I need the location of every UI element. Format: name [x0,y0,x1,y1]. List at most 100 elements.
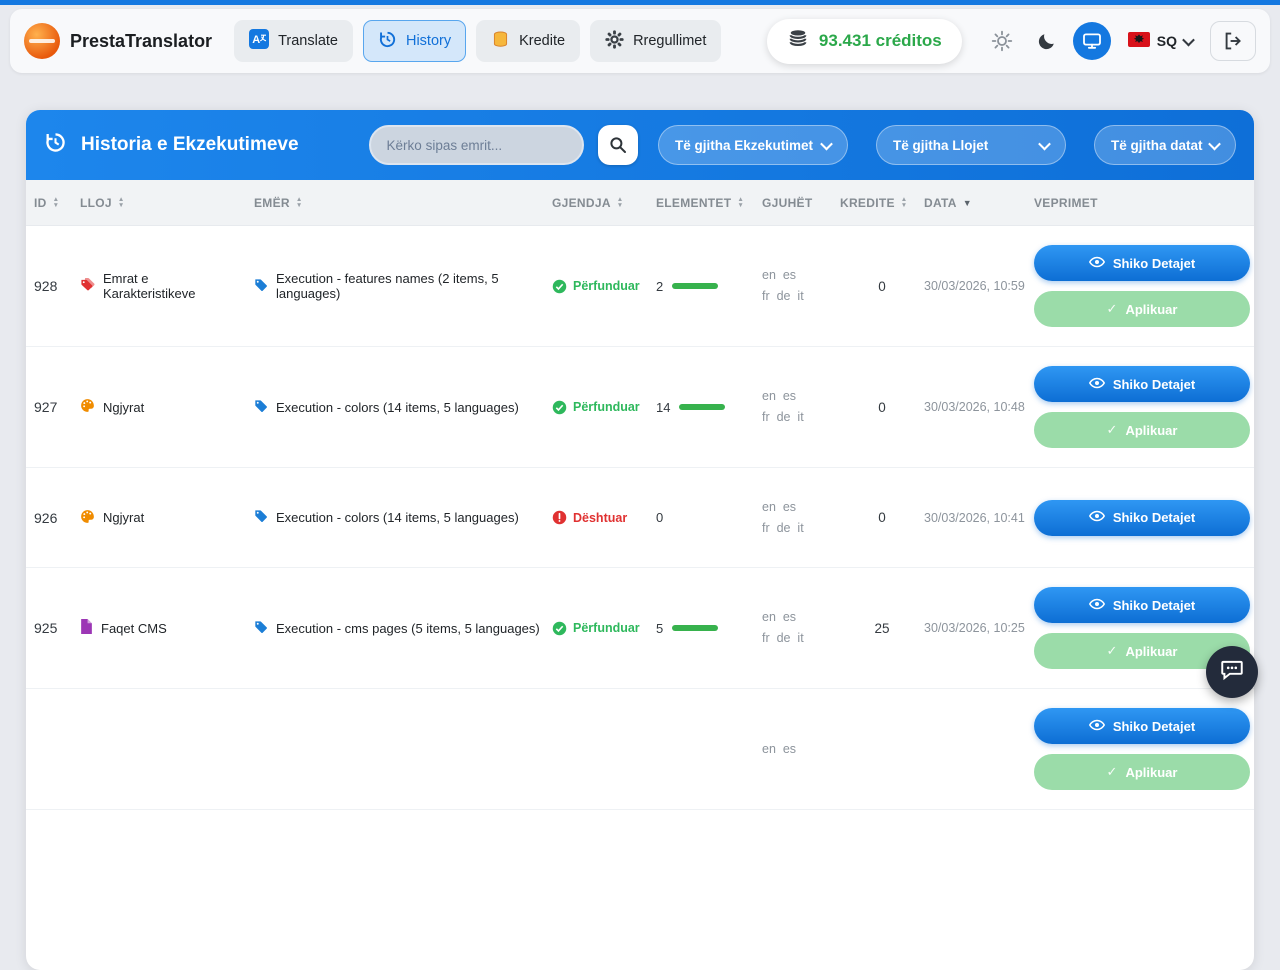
status-label: Përfunduar [573,400,640,414]
status-badge: Përfunduar [552,279,656,294]
check-circle-icon [552,279,567,294]
languages-cell: en es [762,739,840,760]
actions-cell: Shiko Detajet ✓ Aplikuar [1034,708,1250,790]
svg-text:A: A [252,34,260,46]
execution-id: 925 [34,620,80,636]
eye-icon [1089,596,1105,615]
credits-badge: 93.431 créditos [767,19,962,64]
elements-cell: 5 [656,621,762,636]
status-badge: Dështuar [552,510,656,525]
execution-type: Emrat e Karakteristikeve [80,271,254,301]
coins-icon [491,30,510,53]
filter-dates[interactable]: Të gjitha datat [1094,125,1236,165]
date-cell: 30/03/2026, 10:48 [924,400,1034,414]
check-icon: ✓ [1107,301,1118,317]
tag-icon [254,278,268,295]
date-cell: 30/03/2026, 10:41 [924,511,1034,525]
sort-desc-icon: ▼ [963,198,972,208]
search-button[interactable] [598,125,638,165]
sort-icon: ▲▼ [737,197,744,209]
column-header-lloj[interactable]: LLOJ▲▼ [80,196,254,210]
theme-dark-button[interactable] [1028,22,1066,60]
column-header-elementet[interactable]: ELEMENTET▲▼ [656,196,762,210]
tags-icon [80,277,95,295]
chat-widget-button[interactable] [1206,646,1258,698]
progress-bar [672,283,718,289]
gear-icon [605,30,624,53]
date-cell: 30/03/2026, 10:59 [924,279,1034,293]
languages-cell: en es fr de it [762,265,840,307]
elements-cell: 0 [656,510,762,525]
execution-type: Ngjyrat [80,509,254,527]
eye-icon [1089,375,1105,394]
view-details-button[interactable]: Shiko Detajet [1034,500,1250,536]
table-body: 928 Emrat e Karakteristikeve Execution -… [26,226,1254,810]
filter-executions[interactable]: Të gjitha Ekzekutimet [658,125,848,165]
language-selector[interactable]: SQ [1118,32,1203,50]
main-nav: A Translate History Kredite Rregullimet [234,20,721,62]
table-header-row: ID▲▼LLOJ▲▼EMËR▲▼GJENDJA▲▼ELEMENTET▲▼GJUH… [26,180,1254,226]
albania-flag-icon [1128,32,1150,50]
applied-button[interactable]: ✓ Aplikuar [1034,754,1250,790]
coins-stack-icon [787,28,809,55]
applied-button[interactable]: ✓ Aplikuar [1034,412,1250,448]
applied-button[interactable]: ✓ Aplikuar [1034,291,1250,327]
palette-icon [80,398,95,416]
search-input[interactable] [369,125,584,165]
column-header-data[interactable]: DATA▼ [924,196,1034,210]
column-header-emër[interactable]: EMËR▲▼ [254,196,552,210]
filter-types[interactable]: Të gjitha Llojet [876,125,1066,165]
credits-cell: 0 [840,510,924,525]
chevron-down-icon [1038,137,1051,150]
view-details-button[interactable]: Shiko Detajet [1034,366,1250,402]
elements-count: 2 [656,279,663,294]
table-row: en es Shiko Detajet ✓ Aplikuar [26,689,1254,810]
status-label: Përfunduar [573,279,640,293]
execution-type: Faqet CMS [80,619,254,637]
elements-cell: 14 [656,400,762,415]
credits-cell: 25 [840,621,924,636]
nav-item-translate[interactable]: A Translate [234,20,353,62]
type-label: Emrat e Karakteristikeve [103,271,244,301]
actions-cell: Shiko Detajet ✓ Aplikuar [1034,245,1250,327]
tag-icon [254,509,268,526]
actions-cell: Shiko Detajet [1034,500,1250,536]
actions-cell: Shiko Detajet ✓ Aplikuar [1034,366,1250,448]
history-title-icon [44,131,67,159]
logout-button[interactable] [1210,21,1256,61]
execution-name: Execution - colors (14 items, 5 language… [254,399,552,416]
check-circle-icon [552,400,567,415]
execution-id: 927 [34,399,80,415]
elements-count: 0 [656,510,663,525]
status-badge: Përfunduar [552,400,656,415]
view-details-button[interactable]: Shiko Detajet [1034,708,1250,744]
execution-name: Execution - features names (2 items, 5 l… [254,271,552,301]
chevron-down-icon [1208,137,1221,150]
check-icon: ✓ [1107,643,1118,659]
check-icon: ✓ [1107,764,1118,780]
theme-system-button[interactable] [1073,22,1111,60]
view-details-button[interactable]: Shiko Detajet [1034,587,1250,623]
languages-cell: en es fr de it [762,607,840,649]
name-label: Execution - colors (14 items, 5 language… [276,400,519,415]
navbar-right: 93.431 créditos SQ [767,19,1256,64]
palette-icon [80,509,95,527]
name-label: Execution - features names (2 items, 5 l… [276,271,542,301]
brand: PrestaTranslator [24,23,212,59]
theme-light-button[interactable] [983,22,1021,60]
credits-cell: 0 [840,400,924,415]
view-details-button[interactable]: Shiko Detajet [1034,245,1250,281]
type-label: Ngjyrat [103,510,144,525]
nav-item-rregullimet[interactable]: Rregullimet [590,20,721,62]
nav-item-kredite[interactable]: Kredite [476,20,580,62]
nav-item-history[interactable]: History [363,20,466,62]
sort-icon: ▲▼ [53,197,60,209]
column-header-kredite[interactable]: KREDITE▲▼ [840,196,924,210]
column-header-id[interactable]: ID▲▼ [34,196,80,210]
table-row: 928 Emrat e Karakteristikeve Execution -… [26,226,1254,347]
exclamation-circle-icon [552,510,567,525]
check-circle-icon [552,621,567,636]
filter-group: Të gjitha Ekzekutimet Të gjitha Llojet T… [658,125,1236,165]
column-header-gjendja[interactable]: GJENDJA▲▼ [552,196,656,210]
file-icon [80,619,93,637]
